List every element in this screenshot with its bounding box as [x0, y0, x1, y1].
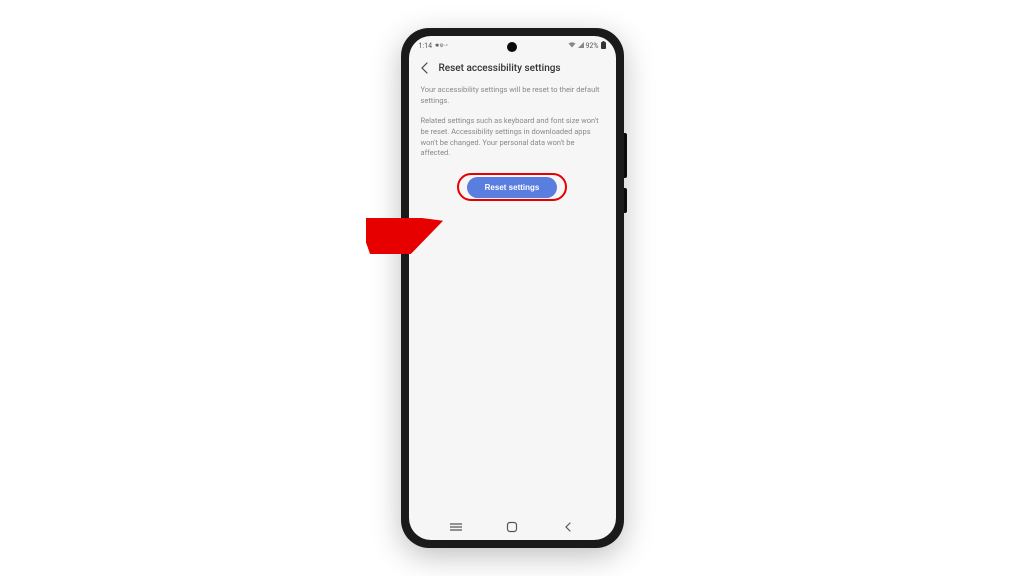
description-paragraph-2: Related settings such as keyboard and fo…	[421, 116, 604, 160]
nav-recents-button[interactable]	[441, 522, 471, 532]
phone-power-button	[624, 188, 627, 213]
phone-volume-button	[624, 133, 627, 178]
battery-icon	[601, 41, 606, 51]
wifi-icon	[568, 42, 576, 50]
back-button[interactable]	[419, 62, 431, 74]
content-area: Your accessibility settings will be rese…	[409, 82, 616, 514]
page-title: Reset accessibility settings	[439, 63, 561, 74]
camera-notch	[507, 42, 517, 52]
nav-back-button[interactable]	[553, 521, 583, 533]
navigation-bar	[409, 514, 616, 540]
status-notification-dots: ✱ ⚙ ◦ •	[435, 43, 447, 49]
reset-button-container: Reset settings	[421, 177, 604, 198]
signal-icon	[578, 42, 584, 50]
battery-percent: 92%	[586, 42, 599, 50]
annotation-highlight-ring	[457, 173, 567, 201]
status-time: 1:14	[419, 42, 433, 50]
nav-home-button[interactable]	[497, 521, 527, 533]
phone-device-frame: 1:14 ✱ ⚙ ◦ • 92% Reset accessibility	[401, 28, 624, 548]
phone-screen: 1:14 ✱ ⚙ ◦ • 92% Reset accessibility	[409, 36, 616, 540]
description-paragraph-1: Your accessibility settings will be rese…	[421, 85, 604, 107]
page-header: Reset accessibility settings	[409, 56, 616, 82]
